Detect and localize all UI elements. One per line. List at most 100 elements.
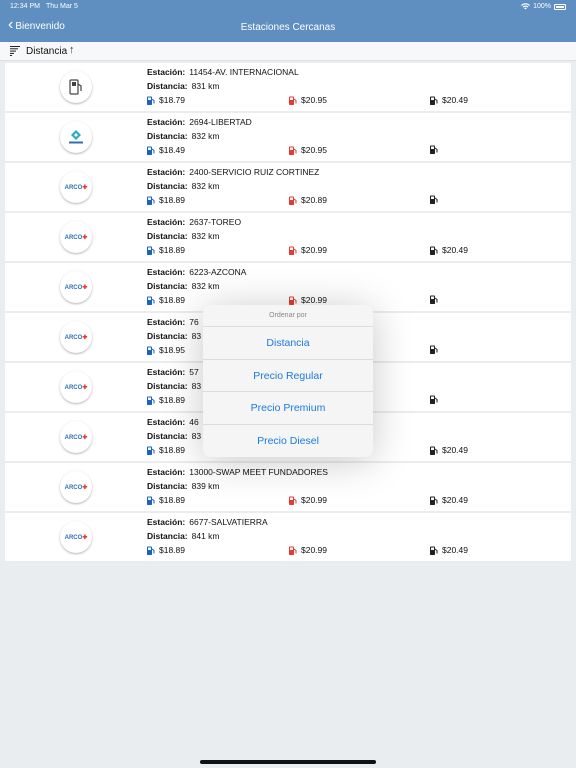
station-distance-line: Distancia: 832 km <box>147 281 571 295</box>
sort-menu-title: Ordenar por <box>203 305 373 327</box>
station-label: Estación: <box>147 267 186 277</box>
wifi-icon <box>521 3 531 10</box>
station-name-line: Estación: 6677-SALVATIERRA <box>147 517 571 531</box>
regular-price: $18.89 <box>147 495 185 505</box>
diesel-price <box>430 145 442 154</box>
regular-price-value: $18.89 <box>159 445 185 455</box>
station-info: Estación: 2694-LIBERTAD Distancia: 832 km $1… <box>147 117 571 159</box>
sort-option-precio-premium[interactable]: Precio Premium <box>203 392 373 425</box>
station-info: Estación: 6223-AZCONA Distancia: 832 km $18.… <box>147 267 571 309</box>
station-name-line: Estación: 11454-AV. INTERNACIONAL <box>147 67 571 81</box>
diesel-pump-icon <box>430 195 438 204</box>
diesel-pump-icon <box>430 145 438 154</box>
station-logo: ARCO✚ <box>60 521 92 553</box>
station-row[interactable]: ARCO✚ Estación: 6223-AZCONA Distancia: 832 k… <box>5 263 571 311</box>
station-row[interactable]: Estación: 11454-AV. INTERNACIONAL Distanci… <box>5 63 571 111</box>
regular-price-value: $18.89 <box>159 245 185 255</box>
station-name: 2637-TOREO <box>189 217 242 227</box>
station-distance-line: Distancia: 839 km <box>147 481 571 495</box>
premium-price: $20.95 <box>289 95 327 105</box>
regular-pump-icon <box>147 296 155 305</box>
station-distance-line: Distancia: 832 km <box>147 181 571 195</box>
distance-label: Distancia: <box>147 481 188 491</box>
station-distance: 83 <box>191 431 202 441</box>
premium-price-value: $20.95 <box>301 145 327 155</box>
station-row[interactable]: ARCO✚ Estación: 2637-TOREO Distancia: 832 km… <box>5 213 571 261</box>
station-row[interactable]: ARCO✚ Estación: 13000-SWAP MEET FUNDADORES… <box>5 463 571 511</box>
diesel-price-value: $20.49 <box>442 95 468 105</box>
regular-price-value: $18.89 <box>159 395 185 405</box>
sort-option-distancia[interactable]: Distancia <box>203 327 373 360</box>
station-prices: $18.49 $20.95 <box>147 145 571 159</box>
diesel-pump-icon <box>430 246 438 255</box>
arco-logo-text: ARCO✚ <box>64 334 88 341</box>
regular-pump-icon <box>147 446 155 455</box>
diesel-price-value: $20.49 <box>442 495 468 505</box>
station-label: Estación: <box>147 117 186 127</box>
diesel-pump-icon <box>430 395 438 404</box>
station-name: 57 <box>189 367 199 377</box>
diesel-price-value: $20.49 <box>442 545 468 555</box>
premium-price-value: $20.99 <box>301 245 327 255</box>
regular-pump-icon <box>147 396 155 405</box>
distance-label: Distancia: <box>147 531 188 541</box>
station-logo: ARCO✚ <box>60 421 92 453</box>
station-label: Estación: <box>147 217 186 227</box>
station-name: 6223-AZCONA <box>189 267 247 277</box>
diesel-price <box>430 345 442 354</box>
station-logo: ARCO✚ <box>60 371 92 403</box>
arco-logo-text: ARCO✚ <box>64 534 88 541</box>
diesel-pump-icon <box>430 96 438 105</box>
diesel-price <box>430 395 442 404</box>
station-prices: $18.89 $20.89 <box>147 195 571 209</box>
diesel-price: $20.49 <box>430 245 468 255</box>
station-row[interactable]: ARCO✚ Estación: 6677-SALVATIERRA Distancia:… <box>5 513 571 561</box>
station-info: Estación: 11454-AV. INTERNACIONAL Distanci… <box>147 67 571 109</box>
premium-price-value: $20.99 <box>301 495 327 505</box>
station-name: 13000-SWAP MEET FUNDADORES <box>189 467 328 477</box>
station-distance: 83 <box>191 331 202 341</box>
sort-menu-popover: Ordenar por Distancia Precio Regular Pre… <box>203 305 373 457</box>
station-prices: $18.89 $20.99 $20.49 <box>147 545 571 559</box>
station-row[interactable]: ARCO✚ Estación: 2400-SERVICIO RUIZ CORTINE… <box>5 163 571 211</box>
station-name: 11454-AV. INTERNACIONAL <box>189 67 299 77</box>
premium-price: $20.99 <box>289 295 327 305</box>
diesel-price <box>430 295 442 304</box>
arco-logo-text: ARCO✚ <box>64 384 88 391</box>
distance-label: Distancia: <box>147 431 188 441</box>
station-logo: ARCO✚ <box>60 221 92 253</box>
station-logo <box>60 71 92 103</box>
sort-option-precio-regular[interactable]: Precio Regular <box>203 360 373 392</box>
arco-logo-text: ARCO✚ <box>64 234 88 241</box>
station-label: Estación: <box>147 317 186 327</box>
regular-pump-icon <box>147 196 155 205</box>
diesel-price: $20.49 <box>430 545 468 555</box>
station-name-line: Estación: 13000-SWAP MEET FUNDADORES <box>147 467 571 481</box>
station-distance-line: Distancia: 832 km <box>147 131 571 145</box>
station-name-line: Estación: 6223-AZCONA <box>147 267 571 281</box>
sort-option-precio-diesel[interactable]: Precio Diesel <box>203 425 373 458</box>
station-label: Estación: <box>147 67 186 77</box>
diesel-price-value: $20.49 <box>442 445 468 455</box>
sort-bar[interactable]: Distancia ↑ <box>0 42 576 61</box>
regular-price-value: $18.89 <box>159 295 185 305</box>
regular-price: $18.79 <box>147 95 185 105</box>
regular-price: $18.89 <box>147 545 185 555</box>
station-row[interactable]: Estación: 2694-LIBERTAD Distancia: 832 km $1… <box>5 113 571 161</box>
premium-price: $20.95 <box>289 145 327 155</box>
station-distance-line: Distancia: 831 km <box>147 81 571 95</box>
station-prices: $18.89 $20.99 $20.49 <box>147 495 571 509</box>
station-name-line: Estación: 2400-SERVICIO RUIZ CORTINEZ <box>147 167 571 181</box>
sort-direction-icon: ↑ <box>69 44 75 56</box>
station-name: 76 <box>189 317 199 327</box>
station-prices: $18.89 $20.99 $20.49 <box>147 245 571 259</box>
diesel-price: $20.49 <box>430 445 468 455</box>
diesel-price <box>430 195 442 204</box>
station-distance-line: Distancia: 832 km <box>147 231 571 245</box>
status-right: 100% <box>521 3 566 10</box>
station-info: Estación: 2637-TOREO Distancia: 832 km $18.8… <box>147 217 571 259</box>
home-indicator[interactable] <box>200 760 376 764</box>
station-distance: 832 km <box>191 131 220 141</box>
station-distance: 841 km <box>191 531 220 541</box>
sort-label: Distancia <box>26 46 68 57</box>
